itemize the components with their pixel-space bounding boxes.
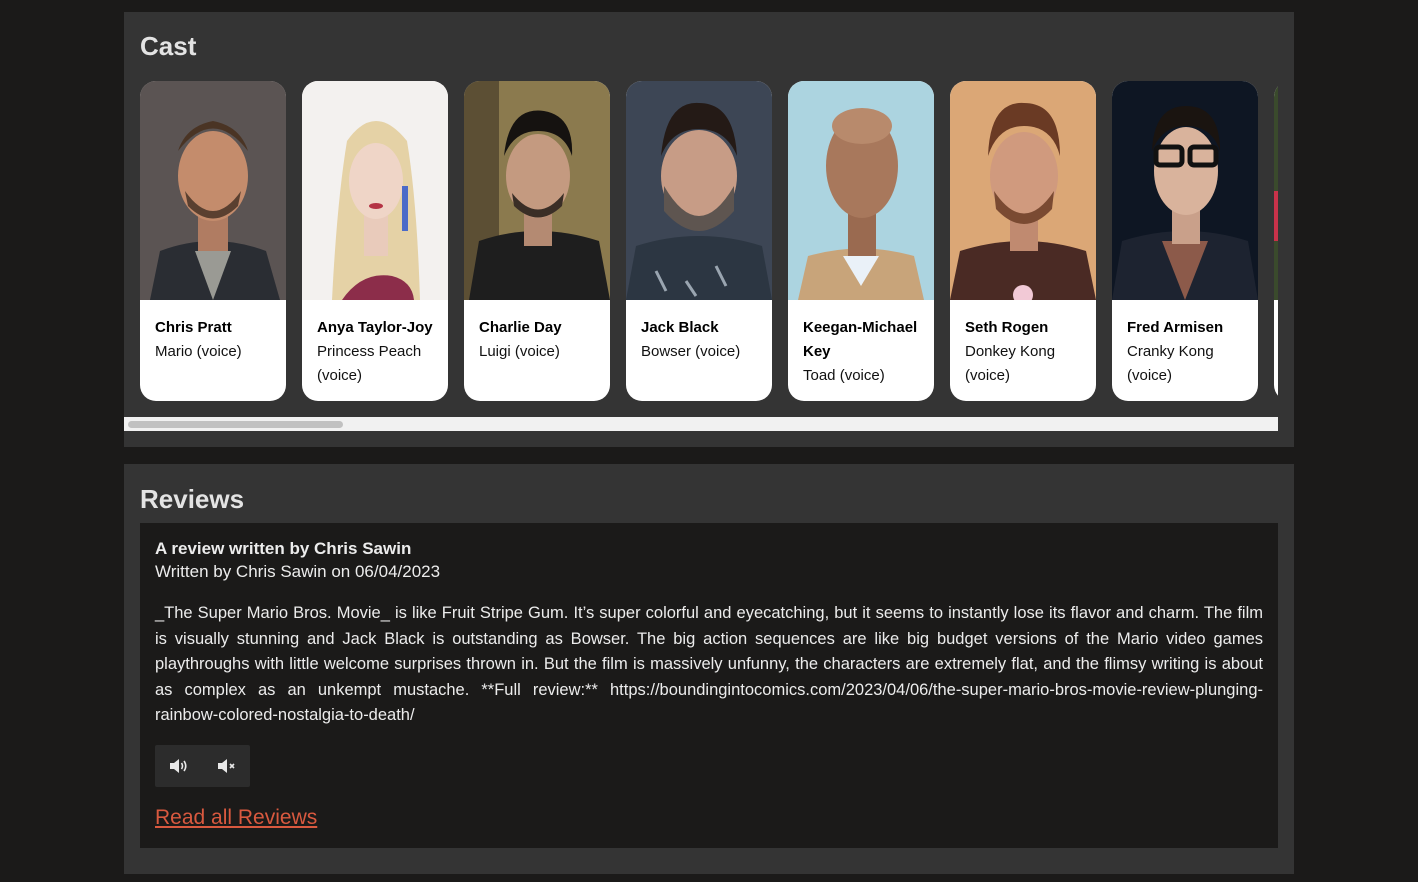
- character-role: Bowser (voice): [641, 343, 741, 360]
- actor-name: Fred Armisen: [1127, 319, 1224, 336]
- character-role: Cranky Kong (voice): [1127, 343, 1214, 384]
- actor-name: Keegan-Michael Key: [803, 319, 918, 360]
- cast-card-anya-taylor-joy[interactable]: Anya Taylor-Joy Princess Peach (voice): [302, 81, 448, 401]
- cast-card-seth-rogen[interactable]: Seth Rogen Donkey Kong (voice): [950, 81, 1096, 401]
- actor-name: Jack Black: [641, 319, 719, 336]
- actor-photo: [464, 81, 610, 300]
- cast-card-chris-pratt[interactable]: Chris Pratt Mario (voice): [140, 81, 286, 401]
- audio-controls: [155, 745, 250, 787]
- actor-photo: [140, 81, 286, 300]
- actor-photo: [1274, 81, 1278, 300]
- cast-section: Cast Chris Pratt Mario (voice) Anya Tayl…: [124, 12, 1294, 447]
- reviews-title: Reviews: [140, 484, 245, 514]
- cast-card-fred-armisen[interactable]: Fred Armisen Cranky Kong (voice): [1112, 81, 1258, 401]
- actor-photo: [950, 81, 1096, 300]
- actor-name: Charlie Day: [479, 319, 562, 336]
- cast-card-partial[interactable]: [1274, 81, 1278, 401]
- cast-scroller[interactable]: Chris Pratt Mario (voice) Anya Taylor-Jo…: [140, 81, 1278, 401]
- character-role: Princess Peach (voice): [317, 343, 422, 384]
- scrollbar-thumb[interactable]: [128, 421, 343, 428]
- mute-icon[interactable]: [215, 755, 239, 777]
- actor-name: Seth Rogen: [965, 319, 1049, 336]
- review-heading: A review written by Chris Sawin: [155, 539, 412, 558]
- reviews-section: Reviews A review written by Chris Sawin …: [124, 464, 1294, 874]
- review-body: _The Super Mario Bros. Movie_ is like Fr…: [155, 604, 1263, 725]
- cast-title: Cast: [140, 31, 197, 61]
- actor-photo: [1112, 81, 1258, 300]
- read-all-reviews-link[interactable]: Read all Reviews: [155, 806, 317, 830]
- actor-photo: [626, 81, 772, 300]
- cast-card-keegan-michael-key[interactable]: Keegan-Michael Key Toad (voice): [788, 81, 934, 401]
- actor-photo: [788, 81, 934, 300]
- character-role: Mario (voice): [155, 343, 242, 360]
- character-role: Luigi (voice): [479, 343, 560, 360]
- actor-name: Chris Pratt: [155, 319, 232, 336]
- character-role: Toad (voice): [803, 367, 885, 384]
- review-meta: Written by Chris Sawin on 06/04/2023: [155, 562, 441, 581]
- cast-card-charlie-day[interactable]: Charlie Day Luigi (voice): [464, 81, 610, 401]
- actor-name: Anya Taylor-Joy: [317, 319, 433, 336]
- review-card: A review written by Chris Sawin Written …: [140, 523, 1278, 848]
- horizontal-scrollbar[interactable]: [124, 417, 1278, 431]
- cast-card-jack-black[interactable]: Jack Black Bowser (voice): [626, 81, 772, 401]
- actor-photo: [302, 81, 448, 300]
- character-role: Donkey Kong (voice): [965, 343, 1056, 384]
- speaker-icon[interactable]: [167, 755, 191, 777]
